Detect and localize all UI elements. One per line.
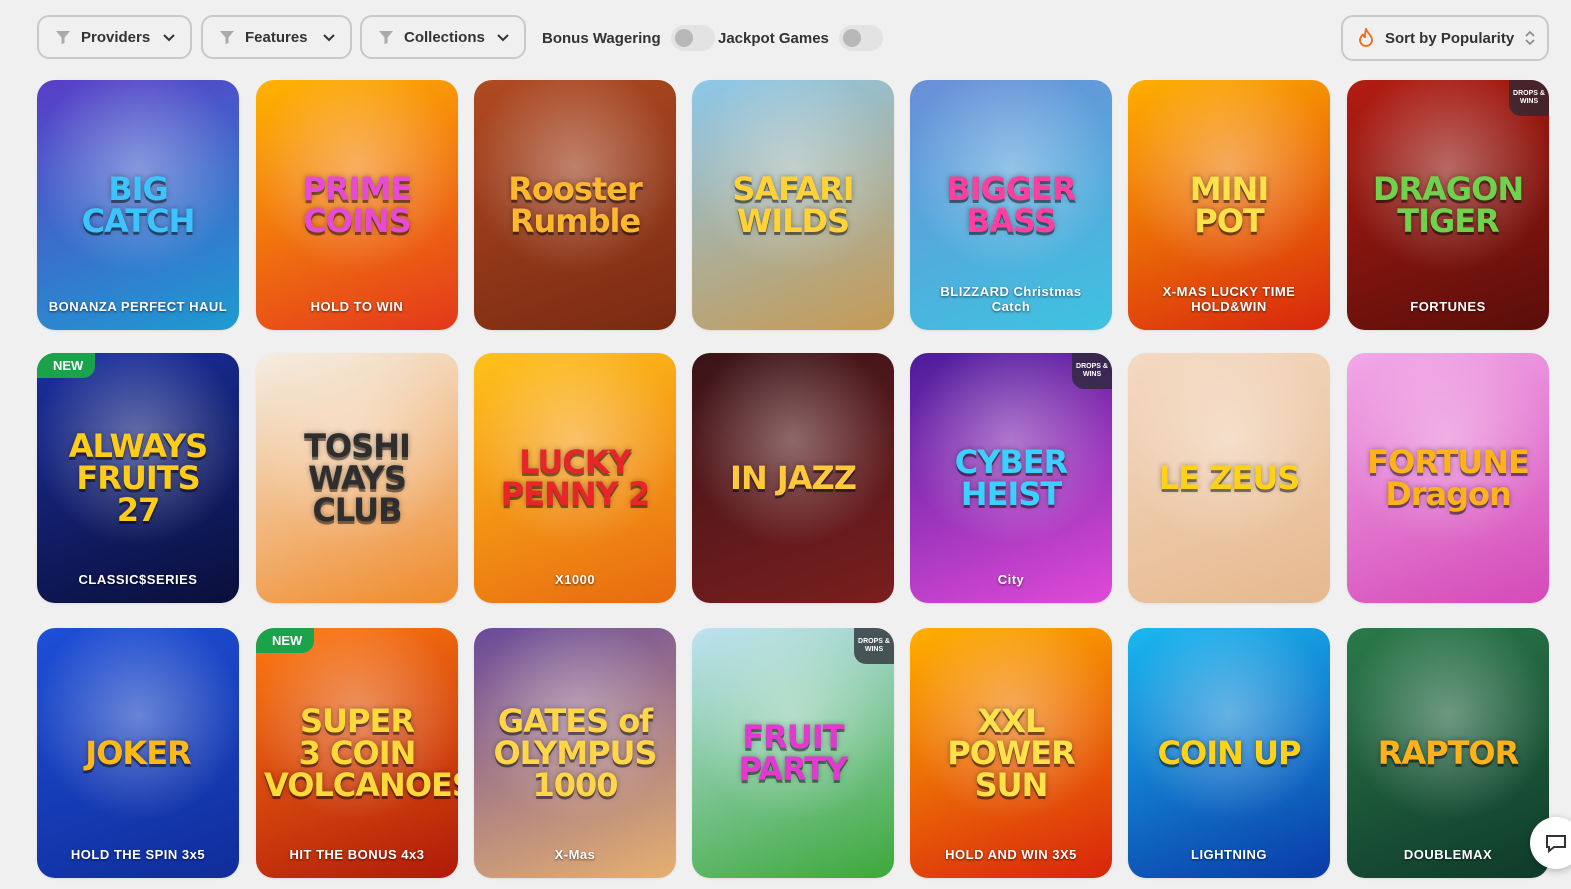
game-title: MINI POT: [1189, 170, 1269, 240]
game-tile[interactable]: FORTUNE Dragon: [1347, 353, 1549, 603]
providers-filter-button[interactable]: Providers: [37, 15, 192, 59]
game-title: FRUIT PARTY: [738, 718, 848, 788]
providers-filter-label: Providers: [81, 28, 151, 46]
game-tile[interactable]: SUPER 3 COIN VOLCANOES HIT THE BONUS 4x3 N…: [256, 628, 458, 878]
game-subtitle: DOUBLEMAX: [1403, 847, 1493, 862]
chevron-down-icon: [323, 34, 335, 42]
collections-filter-button[interactable]: Collections: [360, 15, 526, 59]
game-title: DRAGON TIGER: [1372, 170, 1524, 240]
game-tile[interactable]: BIGGER BASS BLIZZARD Christmas Catch: [910, 80, 1112, 330]
game-tile[interactable]: FRUIT PARTY DROPS & WINS: [692, 628, 894, 878]
game-tile[interactable]: ALWAYS FRUITS 27 CLASSIC$SERIES NEW: [37, 353, 239, 603]
sort-arrows-icon: [1525, 30, 1535, 46]
filter-toolbar: Providers Features Collections Bonus Wag…: [0, 0, 1571, 76]
bonus-wagering-toggle[interactable]: [670, 25, 715, 51]
funnel-icon: [220, 31, 234, 44]
game-subtitle: CLASSIC$SERIES: [78, 572, 198, 587]
game-title: LE ZEUS: [1158, 459, 1300, 497]
game-tile[interactable]: RAPTOR DOUBLEMAX: [1347, 628, 1549, 878]
new-badge: NEW: [256, 628, 315, 653]
game-tile[interactable]: LE ZEUS: [1128, 353, 1330, 603]
funnel-icon: [56, 31, 70, 44]
collections-filter-label: Collections: [404, 28, 485, 46]
game-title: Rooster Rumble: [508, 170, 642, 240]
game-tile[interactable]: IN JAZZ: [692, 353, 894, 603]
game-title: TOSHI WAYS CLUB: [304, 427, 411, 529]
sort-label: Sort by Popularity: [1385, 29, 1515, 47]
game-subtitle: City: [997, 572, 1025, 587]
bonus-wagering-toggle-group: Bonus Wagering: [542, 24, 715, 52]
game-tile[interactable]: BIG CATCH BONANZA PERFECT HAUL: [37, 80, 239, 330]
bonus-wagering-label: Bonus Wagering: [542, 29, 661, 47]
toggle-knob: [842, 29, 861, 47]
game-tile[interactable]: TOSHI WAYS CLUB: [256, 353, 458, 603]
new-badge: NEW: [37, 353, 96, 378]
game-subtitle: HOLD AND WIN 3X5: [945, 847, 1077, 862]
game-tile[interactable]: LUCKY PENNY 2 X1000: [474, 353, 676, 603]
game-subtitle: BONANZA PERFECT HAUL: [48, 299, 228, 314]
toggle-knob: [674, 29, 693, 47]
game-title: XXL POWER SUN: [947, 702, 1075, 804]
game-title: IN JAZZ: [730, 459, 857, 497]
game-title: JOKER: [85, 734, 191, 772]
game-subtitle: X-MAS LUCKY TIME HOLD&WIN: [1162, 284, 1296, 314]
drops-wins-badge: DROPS & WINS: [1509, 80, 1549, 116]
jackpot-games-toggle-group: Jackpot Games: [718, 24, 883, 52]
drops-wins-badge: DROPS & WINS: [854, 628, 894, 664]
game-subtitle: X1000: [554, 572, 596, 587]
game-subtitle: FORTUNES: [1410, 299, 1486, 314]
game-title: BIG CATCH: [81, 170, 196, 240]
game-tile[interactable]: DRAGON TIGER FORTUNES DROPS & WINS: [1347, 80, 1549, 330]
flame-icon: [1359, 28, 1373, 47]
chevron-down-icon: [163, 34, 175, 42]
game-subtitle: HIT THE BONUS 4x3: [289, 847, 425, 862]
game-tile[interactable]: JOKER HOLD THE SPIN 3x5: [37, 628, 239, 878]
game-title: GATES of OLYMPUS 1000: [493, 702, 657, 804]
game-subtitle: BLIZZARD Christmas Catch: [940, 284, 1082, 314]
chat-bubble-icon: [1546, 835, 1566, 854]
game-title: SAFARI WILDS: [732, 170, 854, 240]
jackpot-games-label: Jackpot Games: [718, 29, 829, 47]
chevron-down-icon: [497, 34, 509, 42]
game-tile[interactable]: MINI POT X-MAS LUCKY TIME HOLD&WIN: [1128, 80, 1330, 330]
game-subtitle: LIGHTNING: [1191, 847, 1267, 862]
game-title: COIN UP: [1157, 734, 1302, 772]
game-tile[interactable]: CYBER HEIST City DROPS & WINS: [910, 353, 1112, 603]
game-tile[interactable]: GATES of OLYMPUS 1000 X-Mas: [474, 628, 676, 878]
game-subtitle: HOLD TO WIN: [310, 299, 404, 314]
drops-wins-badge: DROPS & WINS: [1072, 353, 1112, 389]
sort-dropdown[interactable]: Sort by Popularity: [1341, 15, 1549, 61]
game-tile[interactable]: SAFARI WILDS: [692, 80, 894, 330]
game-title: RAPTOR: [1377, 734, 1520, 772]
game-title: LUCKY PENNY 2: [500, 443, 650, 513]
game-title: BIGGER BASS: [946, 170, 1076, 240]
game-title: PRIME COINS: [302, 170, 413, 240]
game-subtitle: HOLD THE SPIN 3x5: [70, 847, 206, 862]
features-filter-button[interactable]: Features: [201, 15, 352, 59]
funnel-icon: [379, 31, 393, 44]
game-tile[interactable]: XXL POWER SUN HOLD AND WIN 3X5: [910, 628, 1112, 878]
game-tile[interactable]: COIN UP LIGHTNING: [1128, 628, 1330, 878]
game-title: ALWAYS FRUITS 27: [68, 427, 208, 529]
jackpot-games-toggle[interactable]: [838, 25, 883, 51]
game-title: CYBER HEIST: [954, 443, 1069, 513]
game-tile[interactable]: Rooster Rumble: [474, 80, 676, 330]
game-subtitle: X-Mas: [554, 847, 596, 862]
game-tile[interactable]: PRIME COINS HOLD TO WIN: [256, 80, 458, 330]
features-filter-label: Features: [245, 28, 308, 46]
game-title: SUPER 3 COIN VOLCANOES: [264, 702, 458, 804]
game-title: FORTUNE Dragon: [1367, 443, 1530, 513]
